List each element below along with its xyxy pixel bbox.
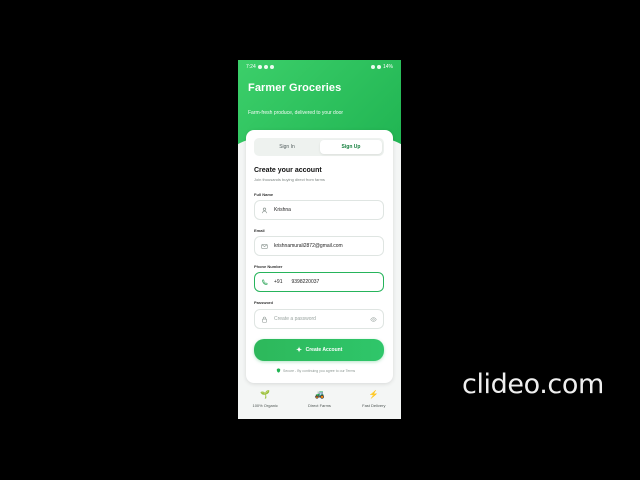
feature-direct-farms-label: Direct Farms <box>308 403 331 408</box>
feature-fast-delivery-label: Fast Delivery <box>362 403 386 408</box>
form-subtitle: Join thousands buying direct from farms <box>254 177 325 182</box>
app-title: Farmer Groceries <box>248 82 342 94</box>
lock-icon <box>261 316 268 323</box>
user-icon <box>261 207 268 214</box>
clideo-watermark: clideo.com <box>462 369 604 400</box>
phone-value: 9398220037 <box>291 279 320 285</box>
feature-organic-label: 100% Organic <box>252 403 278 408</box>
signal-icon <box>370 65 375 69</box>
tab-sign-up[interactable]: Sign Up <box>320 140 382 154</box>
tab-sign-in[interactable]: Sign In <box>256 140 318 154</box>
create-account-button[interactable]: ✦ Create Account <box>254 339 384 361</box>
phone-screen: 7:24 14% Farmer Groceries Farm-fresh pro… <box>238 60 401 419</box>
phone-icon <box>261 279 268 286</box>
password-label: Password <box>254 300 273 305</box>
mail-icon <box>261 243 268 250</box>
sprout-icon: 🌱 <box>260 390 271 399</box>
status-time: 7:24 <box>246 64 256 70</box>
email-value: krishnamurali2872@gmail.com <box>274 243 343 249</box>
notification-icon <box>257 65 262 69</box>
shield-icon <box>276 368 281 373</box>
feature-bar: 🌱 100% Organic 🚜 Direct Farms ⚡ Fast Del… <box>238 391 401 415</box>
eye-icon[interactable] <box>370 316 377 323</box>
message-icon <box>263 65 268 69</box>
status-bar: 7:24 14% <box>238 60 401 74</box>
video-frame: 7:24 14% Farmer Groceries Farm-fresh pro… <box>0 0 640 480</box>
app-icon <box>269 65 274 69</box>
secure-note: Secure - By continuing you agree to our … <box>276 368 376 373</box>
feature-direct-farms: 🚜 Direct Farms <box>299 390 339 409</box>
phone-label: Phone Number <box>254 264 283 269</box>
email-label: Email <box>254 228 265 233</box>
full-name-field[interactable]: Krishna <box>254 200 384 220</box>
wifi-icon <box>376 65 381 69</box>
email-field[interactable]: krishnamurali2872@gmail.com <box>254 236 384 256</box>
password-placeholder: Create a password <box>274 316 316 322</box>
status-right: 14% <box>370 64 393 70</box>
feature-fast-delivery: ⚡ Fast Delivery <box>354 390 394 409</box>
full-name-label: Full Name <box>254 192 274 197</box>
sparkle-icon: ✦ <box>296 346 303 354</box>
feature-organic: 🌱 100% Organic <box>245 390 285 409</box>
create-account-label: Create Account <box>305 347 343 353</box>
lightning-icon: ⚡ <box>368 390 379 399</box>
phone-field[interactable]: +91 9398220037 <box>254 272 384 292</box>
status-left: 7:24 <box>246 64 274 70</box>
full-name-value: Krishna <box>274 207 291 213</box>
battery-text: 14% <box>382 64 393 70</box>
tractor-icon: 🚜 <box>314 390 325 399</box>
form-title: Create your account <box>254 167 322 174</box>
country-code[interactable]: +91 <box>274 279 282 285</box>
auth-tabs: Sign In Sign Up <box>254 138 384 156</box>
signup-card: Sign In Sign Up Create your account Join… <box>246 130 393 383</box>
password-field[interactable]: Create a password <box>254 309 384 329</box>
app-subtitle: Farm-fresh produce, delivered to your do… <box>248 110 344 116</box>
secure-note-text: Secure - By continuing you agree to our … <box>283 368 356 373</box>
